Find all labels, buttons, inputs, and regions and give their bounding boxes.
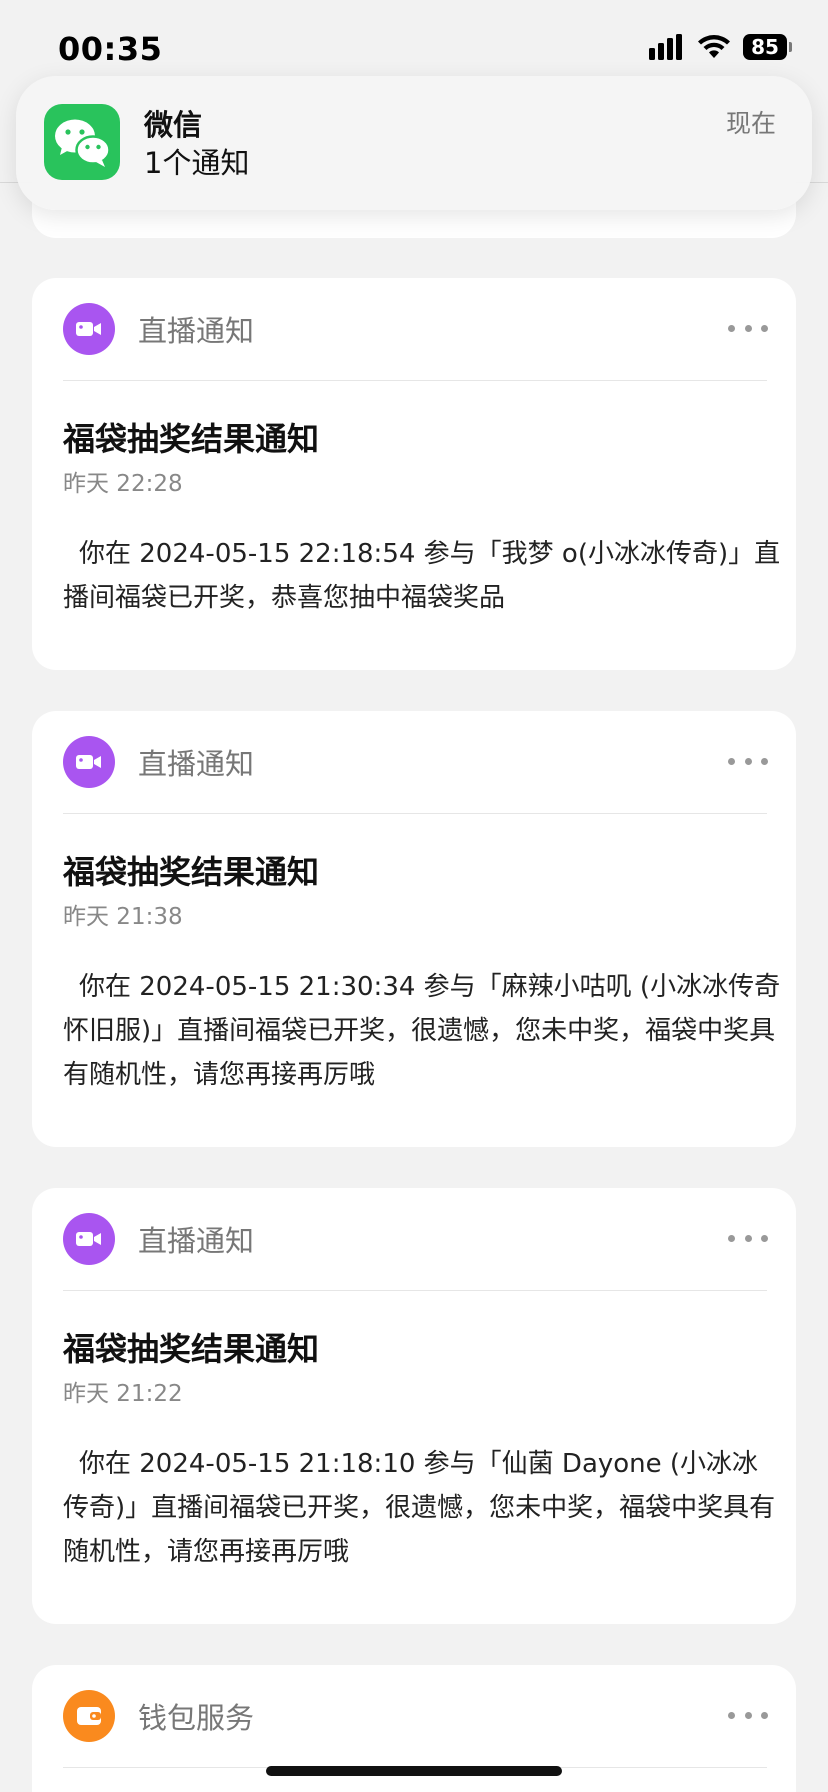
more-dot-icon [761,1711,768,1719]
more-dot-icon [761,324,768,332]
video-camera-icon [63,1213,115,1265]
card-body: 你在 2024-05-15 21:30:34 参与「麻辣小咕叽 (小冰冰传奇怀旧… [63,972,781,1090]
card-header: 直播通知 [32,1188,796,1290]
card-title: 福袋抽奖结果通知 [63,1330,320,1368]
video-camera-icon [63,736,115,788]
more-dot-icon [744,1234,752,1242]
more-options-button[interactable] [728,1703,768,1727]
more-dot-icon [744,324,752,332]
card-time: 昨天 22:28 [63,471,183,497]
card-header: 直播通知 [32,711,796,813]
card-title: 福袋抽奖结果通知 [63,420,320,458]
battery-indicator: 85 [743,34,792,60]
wallet-icon [63,1690,115,1742]
more-dot-icon [728,1711,735,1719]
card-time: 昨天 21:22 [63,1381,183,1407]
card-divider [63,1290,767,1291]
more-options-button[interactable] [728,1226,768,1250]
banner-time: 现在 [725,109,776,138]
more-dot-icon [761,1234,768,1242]
battery-tip [789,42,792,52]
service-name: 钱包服务 [138,1701,255,1735]
more-dot-icon [728,1234,735,1242]
card-divider [63,813,767,814]
home-indicator[interactable] [266,1766,562,1776]
card-body: 你在 2024-05-15 22:18:54 参与「我梦 o(小冰冰传奇)」直播… [63,539,781,613]
more-dot-icon [728,757,735,765]
battery-level: 85 [743,34,787,60]
wifi-icon [698,35,730,58]
notification-banner[interactable]: 微信 1个通知 现在 [16,76,812,210]
notification-screen: 00:35 85 直播通知 福袋抽奖结果通知 昨天 22:28 你在 2024-… [0,0,828,1792]
card-time: 昨天 21:38 [63,904,183,930]
card-header: 直播通知 [32,278,796,380]
service-name: 直播通知 [138,747,255,781]
status-icons: 85 [649,34,792,60]
more-options-button[interactable] [728,749,768,773]
banner-message: 1个通知 [144,146,250,180]
more-dot-icon [728,324,735,332]
more-dot-icon [761,757,768,765]
notification-card[interactable]: 直播通知 福袋抽奖结果通知 昨天 21:38 你在 2024-05-15 21:… [32,711,796,1147]
video-camera-icon [63,303,115,355]
card-divider [63,380,767,381]
more-dot-icon [744,757,752,765]
wechat-icon [44,104,120,180]
service-name: 直播通知 [138,314,255,348]
notification-card[interactable]: 直播通知 福袋抽奖结果通知 昨天 22:28 你在 2024-05-15 22:… [32,278,796,670]
card-title: 福袋抽奖结果通知 [63,853,320,891]
service-name: 直播通知 [138,1224,255,1258]
notification-card[interactable]: 直播通知 福袋抽奖结果通知 昨天 21:22 你在 2024-05-15 21:… [32,1188,796,1624]
cellular-signal-icon [649,34,682,60]
status-time: 00:35 [58,30,163,68]
more-dot-icon [744,1711,752,1719]
card-body: 你在 2024-05-15 21:18:10 参与「仙菌 Dayone (小冰冰… [63,1449,776,1567]
banner-app-name: 微信 [144,108,203,142]
card-header: 钱包服务 [32,1665,796,1767]
more-options-button[interactable] [728,316,768,340]
